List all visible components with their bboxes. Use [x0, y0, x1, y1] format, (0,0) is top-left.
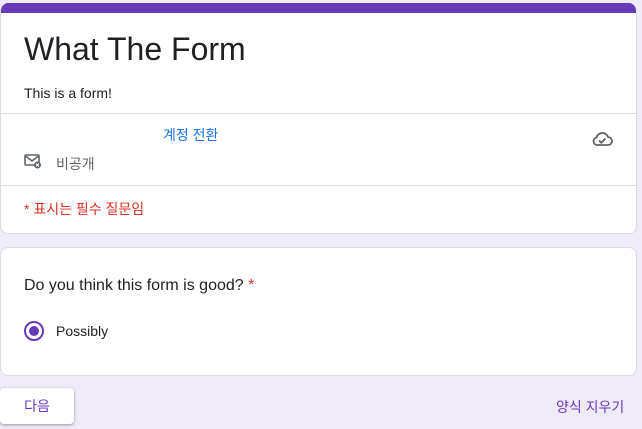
form-title: What The Form [24, 31, 246, 67]
required-asterisk: * [248, 277, 255, 294]
divider [1, 185, 636, 186]
question-text: Do you think this form is good? [24, 277, 244, 294]
privacy-status: 비공개 [24, 153, 95, 174]
cloud-saved-icon [591, 130, 613, 148]
option-label: Possibly [56, 323, 109, 339]
question-title: Do you think this form is good? * [24, 274, 254, 298]
required-note: * 표시는 필수 질문임 [24, 201, 145, 217]
accent-bar [1, 3, 636, 13]
radio-button[interactable] [24, 321, 44, 341]
form-description: This is a form! [24, 85, 112, 101]
next-button[interactable]: 다음 [0, 388, 74, 424]
switch-account-link[interactable]: 계정 전환 [163, 125, 218, 145]
private-label: 비공개 [56, 155, 95, 172]
radio-option-possibly[interactable]: Possibly [24, 321, 108, 341]
radio-selected-dot [29, 326, 39, 336]
mail-icon [24, 153, 42, 174]
divider [1, 113, 636, 114]
question-card: Do you think this form is good? * Possib… [0, 247, 637, 376]
clear-form-link[interactable]: 양식 지우기 [556, 397, 624, 417]
form-header-card: What The Form This is a form! 계정 전환 비공개 … [0, 3, 637, 234]
